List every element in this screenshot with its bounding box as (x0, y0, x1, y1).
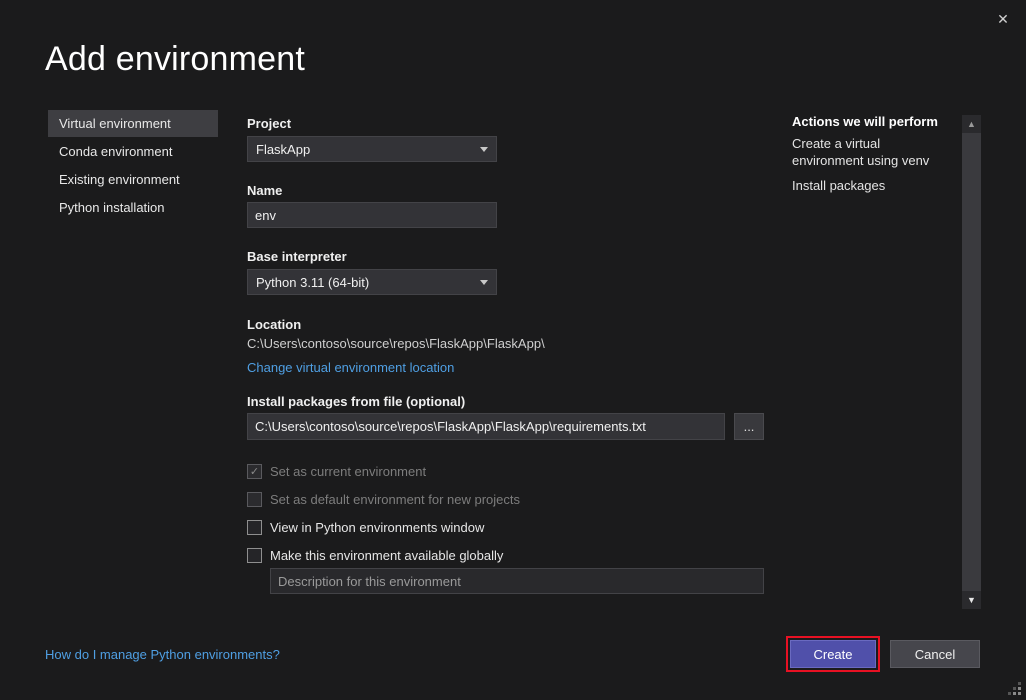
create-button[interactable]: Create (790, 640, 876, 668)
sidebar-item-label: Existing environment (59, 172, 180, 187)
vertical-scrollbar[interactable]: ▲ ▼ (962, 115, 981, 609)
checkbox-label: View in Python environments window (270, 520, 484, 535)
checkbox-set-default-environment[interactable]: ✓ Set as default environment for new pro… (247, 492, 520, 507)
checkbox-view-environments-window[interactable]: ✓ View in Python environments window (247, 520, 484, 535)
sidebar-item-label: Conda environment (59, 144, 172, 159)
checkbox-label: Set as current environment (270, 464, 426, 479)
create-button-highlight: Create (786, 636, 880, 672)
base-interpreter-dropdown[interactable]: Python 3.11 (64-bit) (247, 269, 497, 295)
actions-panel: Actions we will perform Create a virtual… (792, 114, 950, 203)
action-item: Install packages (792, 178, 950, 195)
checkbox-set-current-environment[interactable]: ✓ Set as current environment (247, 464, 426, 479)
sidebar-item-python-installation[interactable]: Python installation (48, 194, 218, 221)
checkbox-icon: ✓ (247, 492, 262, 507)
checkbox-icon: ✓ (247, 464, 262, 479)
manage-environments-help-link[interactable]: How do I manage Python environments? (45, 647, 280, 662)
close-icon: ✕ (997, 11, 1009, 27)
install-packages-label: Install packages from file (optional) (247, 394, 465, 409)
change-location-link[interactable]: Change virtual environment location (247, 360, 454, 375)
cancel-button[interactable]: Cancel (890, 640, 980, 668)
checkbox-available-globally[interactable]: ✓ Make this environment available global… (247, 548, 503, 563)
checkbox-label: Make this environment available globally (270, 548, 503, 563)
project-dropdown[interactable]: FlaskApp (247, 136, 497, 162)
requirements-file-input[interactable] (247, 413, 725, 440)
name-label: Name (247, 183, 282, 198)
chevron-down-icon (480, 280, 488, 285)
checkbox-label: Set as default environment for new proje… (270, 492, 520, 507)
description-input[interactable] (270, 568, 764, 594)
location-label: Location (247, 317, 301, 332)
name-input[interactable] (247, 202, 497, 228)
sidebar-item-label: Virtual environment (59, 116, 171, 131)
chevron-down-icon (480, 147, 488, 152)
resize-grip-icon[interactable] (1007, 681, 1021, 695)
checkbox-icon: ✓ (247, 548, 262, 563)
scroll-down-icon[interactable]: ▼ (962, 591, 981, 609)
location-value: C:\Users\contoso\source\repos\FlaskApp\F… (247, 336, 545, 351)
sidebar-item-conda-environment[interactable]: Conda environment (48, 138, 218, 165)
sidebar-item-existing-environment[interactable]: Existing environment (48, 166, 218, 193)
base-interpreter-label: Base interpreter (247, 249, 347, 264)
browse-button[interactable]: ... (734, 413, 764, 440)
action-item: Create a virtual environment using venv (792, 136, 950, 170)
project-label: Project (247, 116, 291, 131)
base-interpreter-dropdown-value: Python 3.11 (64-bit) (256, 275, 369, 290)
add-environment-dialog: ✕ Add environment Virtual environment Co… (0, 0, 1026, 700)
checkbox-icon: ✓ (247, 520, 262, 535)
dialog-title: Add environment (45, 40, 305, 79)
sidebar-item-label: Python installation (59, 200, 165, 215)
sidebar: Virtual environment Conda environment Ex… (48, 110, 218, 222)
project-dropdown-value: FlaskApp (256, 142, 310, 157)
sidebar-item-virtual-environment[interactable]: Virtual environment (48, 110, 218, 137)
scrollbar-thumb[interactable] (962, 133, 981, 591)
scroll-up-icon[interactable]: ▲ (962, 115, 981, 133)
actions-panel-title: Actions we will perform (792, 114, 950, 129)
close-button[interactable]: ✕ (990, 8, 1016, 30)
